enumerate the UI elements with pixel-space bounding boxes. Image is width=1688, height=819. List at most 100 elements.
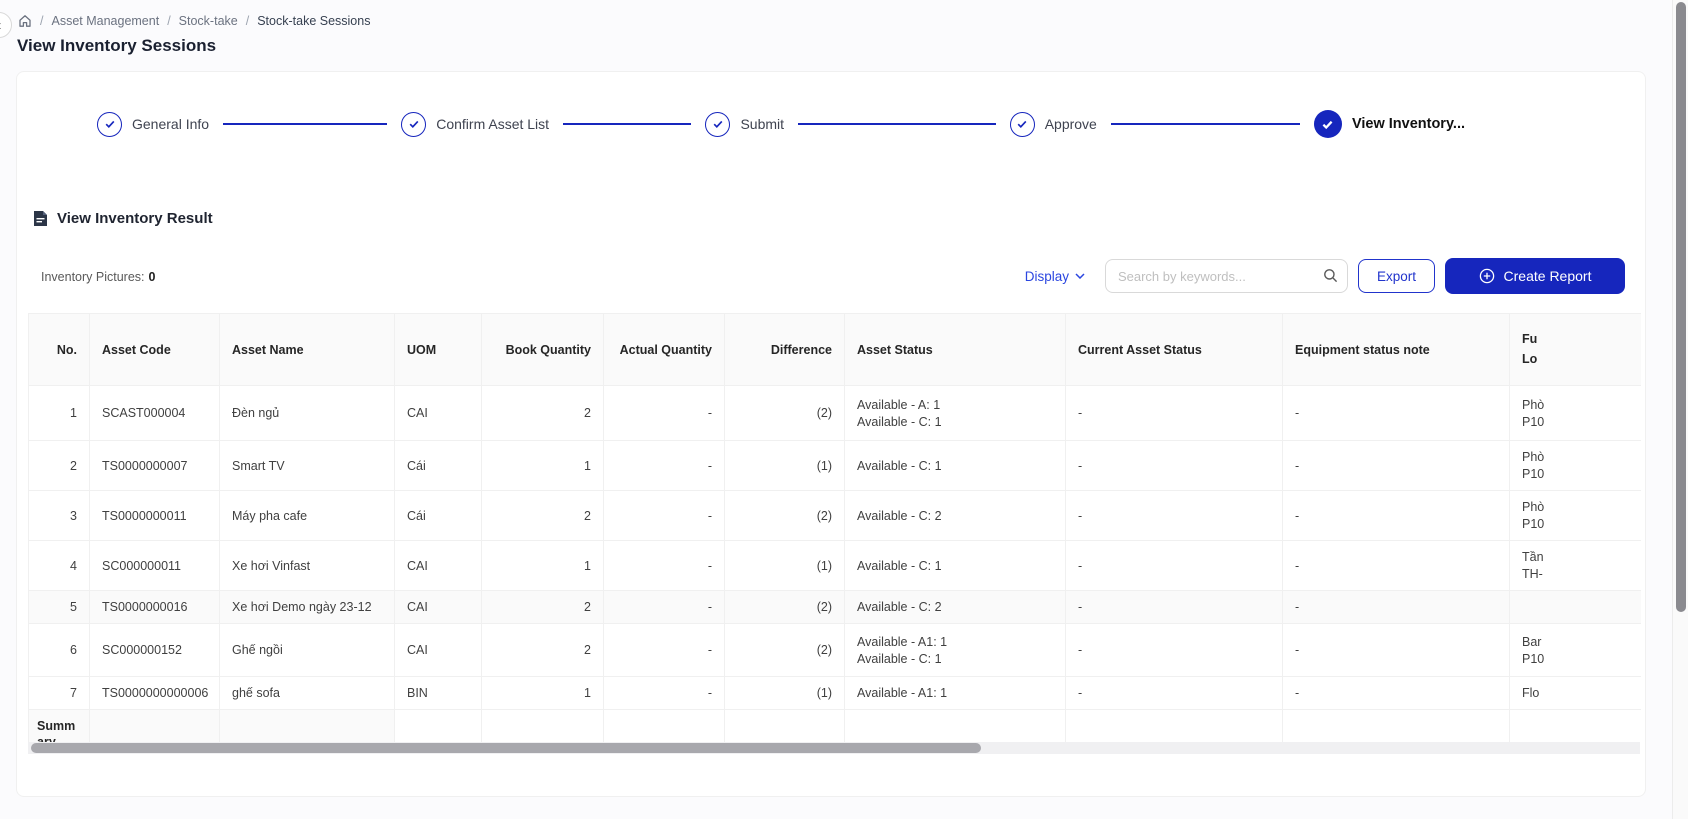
cell-book-qty: 2: [482, 624, 604, 677]
back-button[interactable]: ‹: [0, 12, 12, 38]
search-icon[interactable]: [1323, 268, 1338, 283]
cell-book-qty: 1: [482, 441, 604, 491]
cell-line: TH-: [1522, 567, 1630, 581]
step-label: Confirm Asset List: [436, 116, 549, 132]
cell-uom: CAI: [395, 591, 482, 624]
step-submit[interactable]: Submit: [705, 112, 1009, 137]
cell-difference: (1): [725, 541, 845, 591]
cell-asset-code: TS0000000000006: [90, 677, 220, 710]
cell-line: Bar: [1522, 635, 1630, 649]
cell-asset-status: Available - C: 2: [845, 491, 1066, 541]
export-button[interactable]: Export: [1358, 259, 1435, 293]
breadcrumb-separator: /: [167, 14, 170, 28]
create-report-label: Create Report: [1504, 268, 1592, 284]
cell-equipment-status-note: -: [1283, 591, 1510, 624]
cell-location: BarP10: [1510, 624, 1642, 677]
table-toolbar: Display Export Create Report: [1025, 258, 1625, 294]
cell-asset-name: Ghế ngồi: [220, 624, 395, 677]
check-circle-icon: [97, 112, 122, 137]
cell-difference: (1): [725, 677, 845, 710]
search-input[interactable]: [1105, 259, 1348, 293]
cell-line: Available - A: 1: [857, 398, 1053, 412]
cell-uom: CAI: [395, 386, 482, 441]
cell-difference: (2): [725, 386, 845, 441]
cell-line: Available - C: 1: [857, 652, 1053, 666]
cell-line: P10: [1522, 415, 1630, 429]
cell-location: Flo: [1510, 677, 1642, 710]
breadcrumb-stock-take[interactable]: Stock-take: [179, 14, 238, 28]
cell-actual-qty: -: [604, 677, 725, 710]
cell-line: Phò: [1522, 500, 1630, 514]
step-connector: [1111, 123, 1300, 125]
step-confirm-asset-list[interactable]: Confirm Asset List: [401, 112, 705, 137]
cell-asset-status: Available - A1: 1 Available - C: 1: [845, 624, 1066, 677]
cell-equipment-status-note: -: [1283, 624, 1510, 677]
step-view-inventory[interactable]: View Inventory...: [1314, 110, 1465, 138]
step-approve[interactable]: Approve: [1010, 112, 1314, 137]
column-header: Actual Quantity: [604, 314, 725, 386]
column-header: Fu Lo: [1510, 314, 1642, 386]
column-header: Equipment status note: [1283, 314, 1510, 386]
cell-asset-status: Available - A: 1Available - C: 1: [845, 386, 1066, 441]
breadcrumb: / Asset Management / Stock-take / Stock-…: [18, 14, 370, 28]
cell-current-asset-status: -: [1066, 441, 1283, 491]
step-label: Approve: [1045, 116, 1097, 132]
breadcrumb-separator: /: [246, 14, 249, 28]
breadcrumb-asset-management[interactable]: Asset Management: [51, 14, 159, 28]
vertical-scrollbar: [1672, 0, 1688, 819]
column-header: Asset Code: [90, 314, 220, 386]
cell-line: Phò: [1522, 450, 1630, 464]
cell-asset-status: Available - C: 1: [845, 441, 1066, 491]
cell-no: 1: [29, 386, 90, 441]
page-title: View Inventory Sessions: [17, 36, 216, 56]
table-row: 3TS0000000011Máy pha cafeCái2-(2)Availab…: [29, 491, 1642, 541]
section-title: View Inventory Result: [33, 210, 213, 227]
column-header: Asset Status: [845, 314, 1066, 386]
step-general-info[interactable]: General Info: [97, 112, 401, 137]
column-header: Current Asset Status: [1066, 314, 1283, 386]
cell-line: Available - C: 2: [857, 600, 1053, 614]
cell-no: 2: [29, 441, 90, 491]
step-label: View Inventory...: [1352, 116, 1465, 132]
cell-uom: CAI: [395, 624, 482, 677]
display-label: Display: [1025, 269, 1069, 284]
cell-current-asset-status: -: [1066, 386, 1283, 441]
cell-book-qty: 1: [482, 541, 604, 591]
step-connector: [563, 123, 691, 125]
cell-difference: (2): [725, 624, 845, 677]
cell-location: TầnTH-: [1510, 541, 1642, 591]
cell-actual-qty: -: [604, 541, 725, 591]
table-body: 1SCAST000004Đèn ngủCAI2-(2)Available - A…: [29, 386, 1642, 755]
table-row: 7TS0000000000006ghế sofaBIN1-(1)Availabl…: [29, 677, 1642, 710]
table-scroll-area: No.Asset CodeAsset NameUOMBook QuantityA…: [28, 313, 1641, 754]
plus-circle-icon: [1479, 268, 1495, 284]
cell-asset-code: TS0000000007: [90, 441, 220, 491]
vertical-scrollbar-thumb[interactable]: [1676, 2, 1686, 612]
cell-difference: (2): [725, 591, 845, 624]
breadcrumb-separator: /: [40, 14, 43, 28]
inventory-pictures-count: 0: [149, 270, 156, 284]
cell-line: Available - A1: 1: [857, 635, 1053, 649]
cell-asset-status: Available - A1: 1: [845, 677, 1066, 710]
search-box: [1105, 259, 1348, 293]
table-row: 5TS0000000016Xe hơi Demo ngày 23-12CAI2-…: [29, 591, 1642, 624]
inventory-table: No.Asset CodeAsset NameUOMBook QuantityA…: [28, 313, 1641, 754]
horizontal-scrollbar-thumb[interactable]: [31, 743, 981, 753]
check-circle-icon: [401, 112, 426, 137]
breadcrumb-stock-take-sessions: Stock-take Sessions: [257, 14, 370, 28]
display-dropdown[interactable]: Display: [1025, 269, 1085, 284]
cell-location: PhòP10: [1510, 491, 1642, 541]
create-report-button[interactable]: Create Report: [1445, 258, 1625, 294]
table-header-row: No.Asset CodeAsset NameUOMBook QuantityA…: [29, 314, 1642, 386]
cell-line: Available - C: 2: [857, 509, 1053, 523]
cell-asset-name: Máy pha cafe: [220, 491, 395, 541]
cell-asset-name: Đèn ngủ: [220, 386, 395, 441]
cell-asset-name: Smart TV: [220, 441, 395, 491]
home-icon[interactable]: [18, 14, 32, 28]
inventory-pictures-label: Inventory Pictures:: [41, 270, 145, 284]
cell-difference: (2): [725, 491, 845, 541]
cell-equipment-status-note: -: [1283, 386, 1510, 441]
cell-asset-code: TS0000000016: [90, 591, 220, 624]
cell-actual-qty: -: [604, 491, 725, 541]
column-header: UOM: [395, 314, 482, 386]
